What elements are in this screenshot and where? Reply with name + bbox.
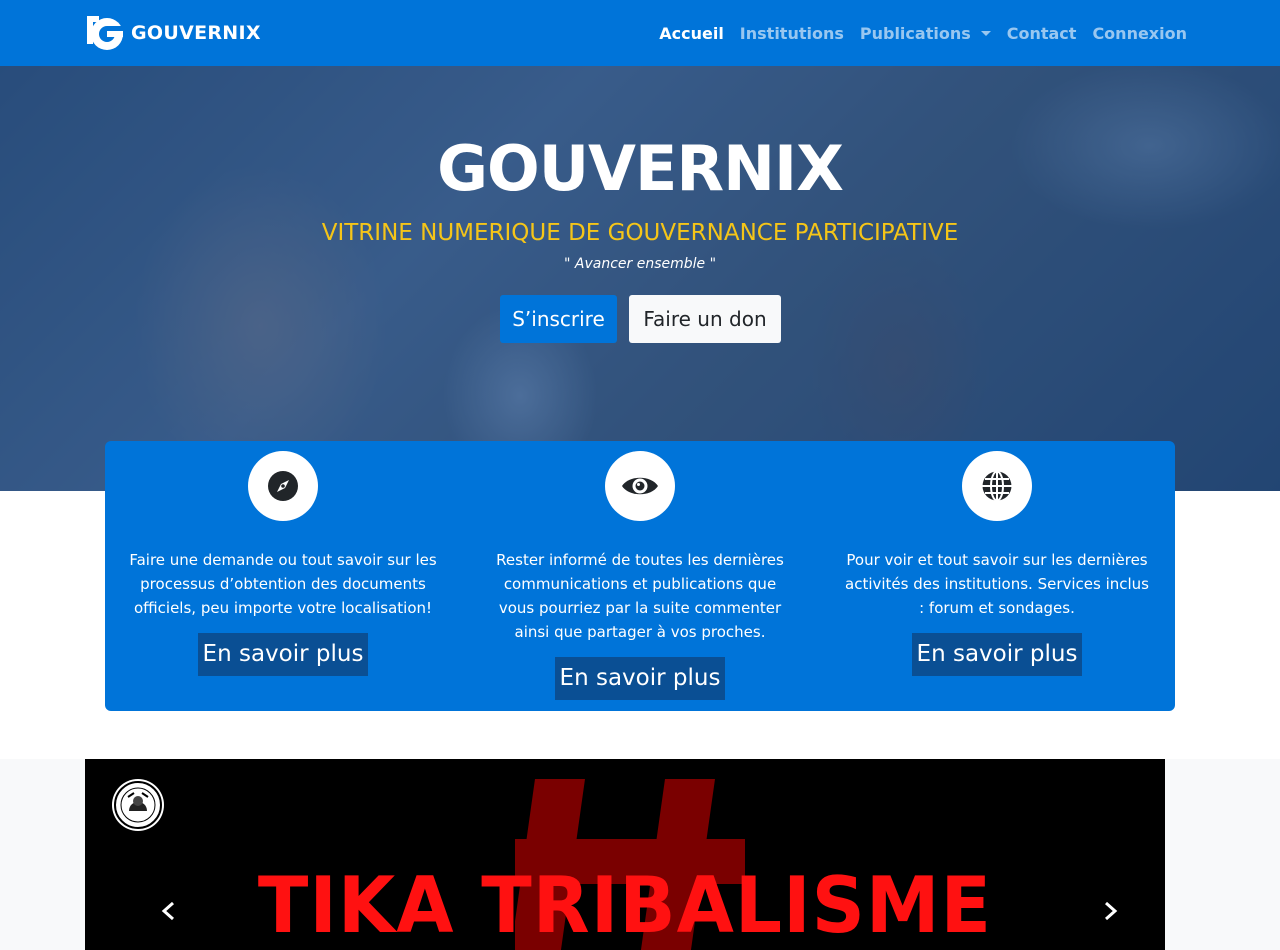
- chevron-down-icon: [980, 30, 991, 36]
- nav-accueil[interactable]: Accueil: [659, 24, 724, 43]
- nav-contact[interactable]: Contact: [1007, 24, 1077, 43]
- feature-text: Pour voir et tout savoir sur les dernièr…: [845, 551, 1149, 617]
- nav-publications-dropdown[interactable]: Publications: [860, 24, 991, 43]
- feature-institutions: Pour voir et tout savoir sur les dernièr…: [837, 441, 1157, 676]
- chevron-left-icon: [161, 901, 174, 921]
- feature-text: Faire une demande ou tout savoir sur les…: [129, 551, 437, 617]
- nav-publications-label: Publications: [859, 23, 971, 43]
- brand-link[interactable]: GOUVERNIX: [85, 14, 261, 51]
- features-panel: Faire une demande ou tout savoir sur les…: [105, 441, 1175, 711]
- feature-documents: Faire une demande ou tout savoir sur les…: [123, 441, 443, 676]
- globe-icon: [982, 470, 1012, 502]
- compass-icon: [268, 471, 298, 501]
- brand-name: GOUVERNIX: [131, 21, 261, 44]
- carousel-prev-button[interactable]: [156, 899, 180, 923]
- news-carousel: TIKA TRIBALISME: [85, 759, 1165, 950]
- nav-institutions[interactable]: Institutions: [740, 24, 844, 43]
- hero-banner: GOUVERNIX VITRINE NUMERIQUE DE GOUVERNAN…: [0, 66, 1280, 491]
- eye-icon: [622, 477, 658, 495]
- carousel-next-button[interactable]: [1099, 899, 1123, 923]
- hero-subtitle: VITRINE NUMERIQUE DE GOUVERNANCE PARTICI…: [321, 220, 959, 246]
- feature-publications: Rester informé de toutes les dernières c…: [480, 441, 800, 700]
- slide-headline: TIKA TRIBALISME: [257, 860, 993, 950]
- signup-button[interactable]: S’inscrire: [500, 295, 617, 343]
- hero-overlay: [0, 66, 1280, 491]
- feature-icon-circle: [962, 451, 1032, 521]
- gouvernix-logo-icon: [85, 14, 125, 51]
- nav-connexion[interactable]: Connexion: [1092, 24, 1187, 43]
- feature-icon-circle: [248, 451, 318, 521]
- donate-button[interactable]: Faire un don: [629, 295, 781, 343]
- main-nav: Accueil Institutions Publications Contac…: [659, 0, 1187, 66]
- feature-icon-circle: [605, 451, 675, 521]
- hero-title: GOUVERNIX: [437, 132, 844, 205]
- chevron-right-icon: [1105, 901, 1118, 921]
- navbar: GOUVERNIX Accueil Institutions Publicati…: [0, 0, 1280, 66]
- national-seal-icon: [112, 779, 164, 831]
- learn-more-button[interactable]: En savoir plus: [554, 657, 726, 700]
- learn-more-button[interactable]: En savoir plus: [911, 633, 1083, 676]
- learn-more-button[interactable]: En savoir plus: [197, 633, 369, 676]
- feature-text: Rester informé de toutes les dernières c…: [496, 551, 784, 641]
- hero-quote: " Avancer ensemble ": [563, 256, 717, 272]
